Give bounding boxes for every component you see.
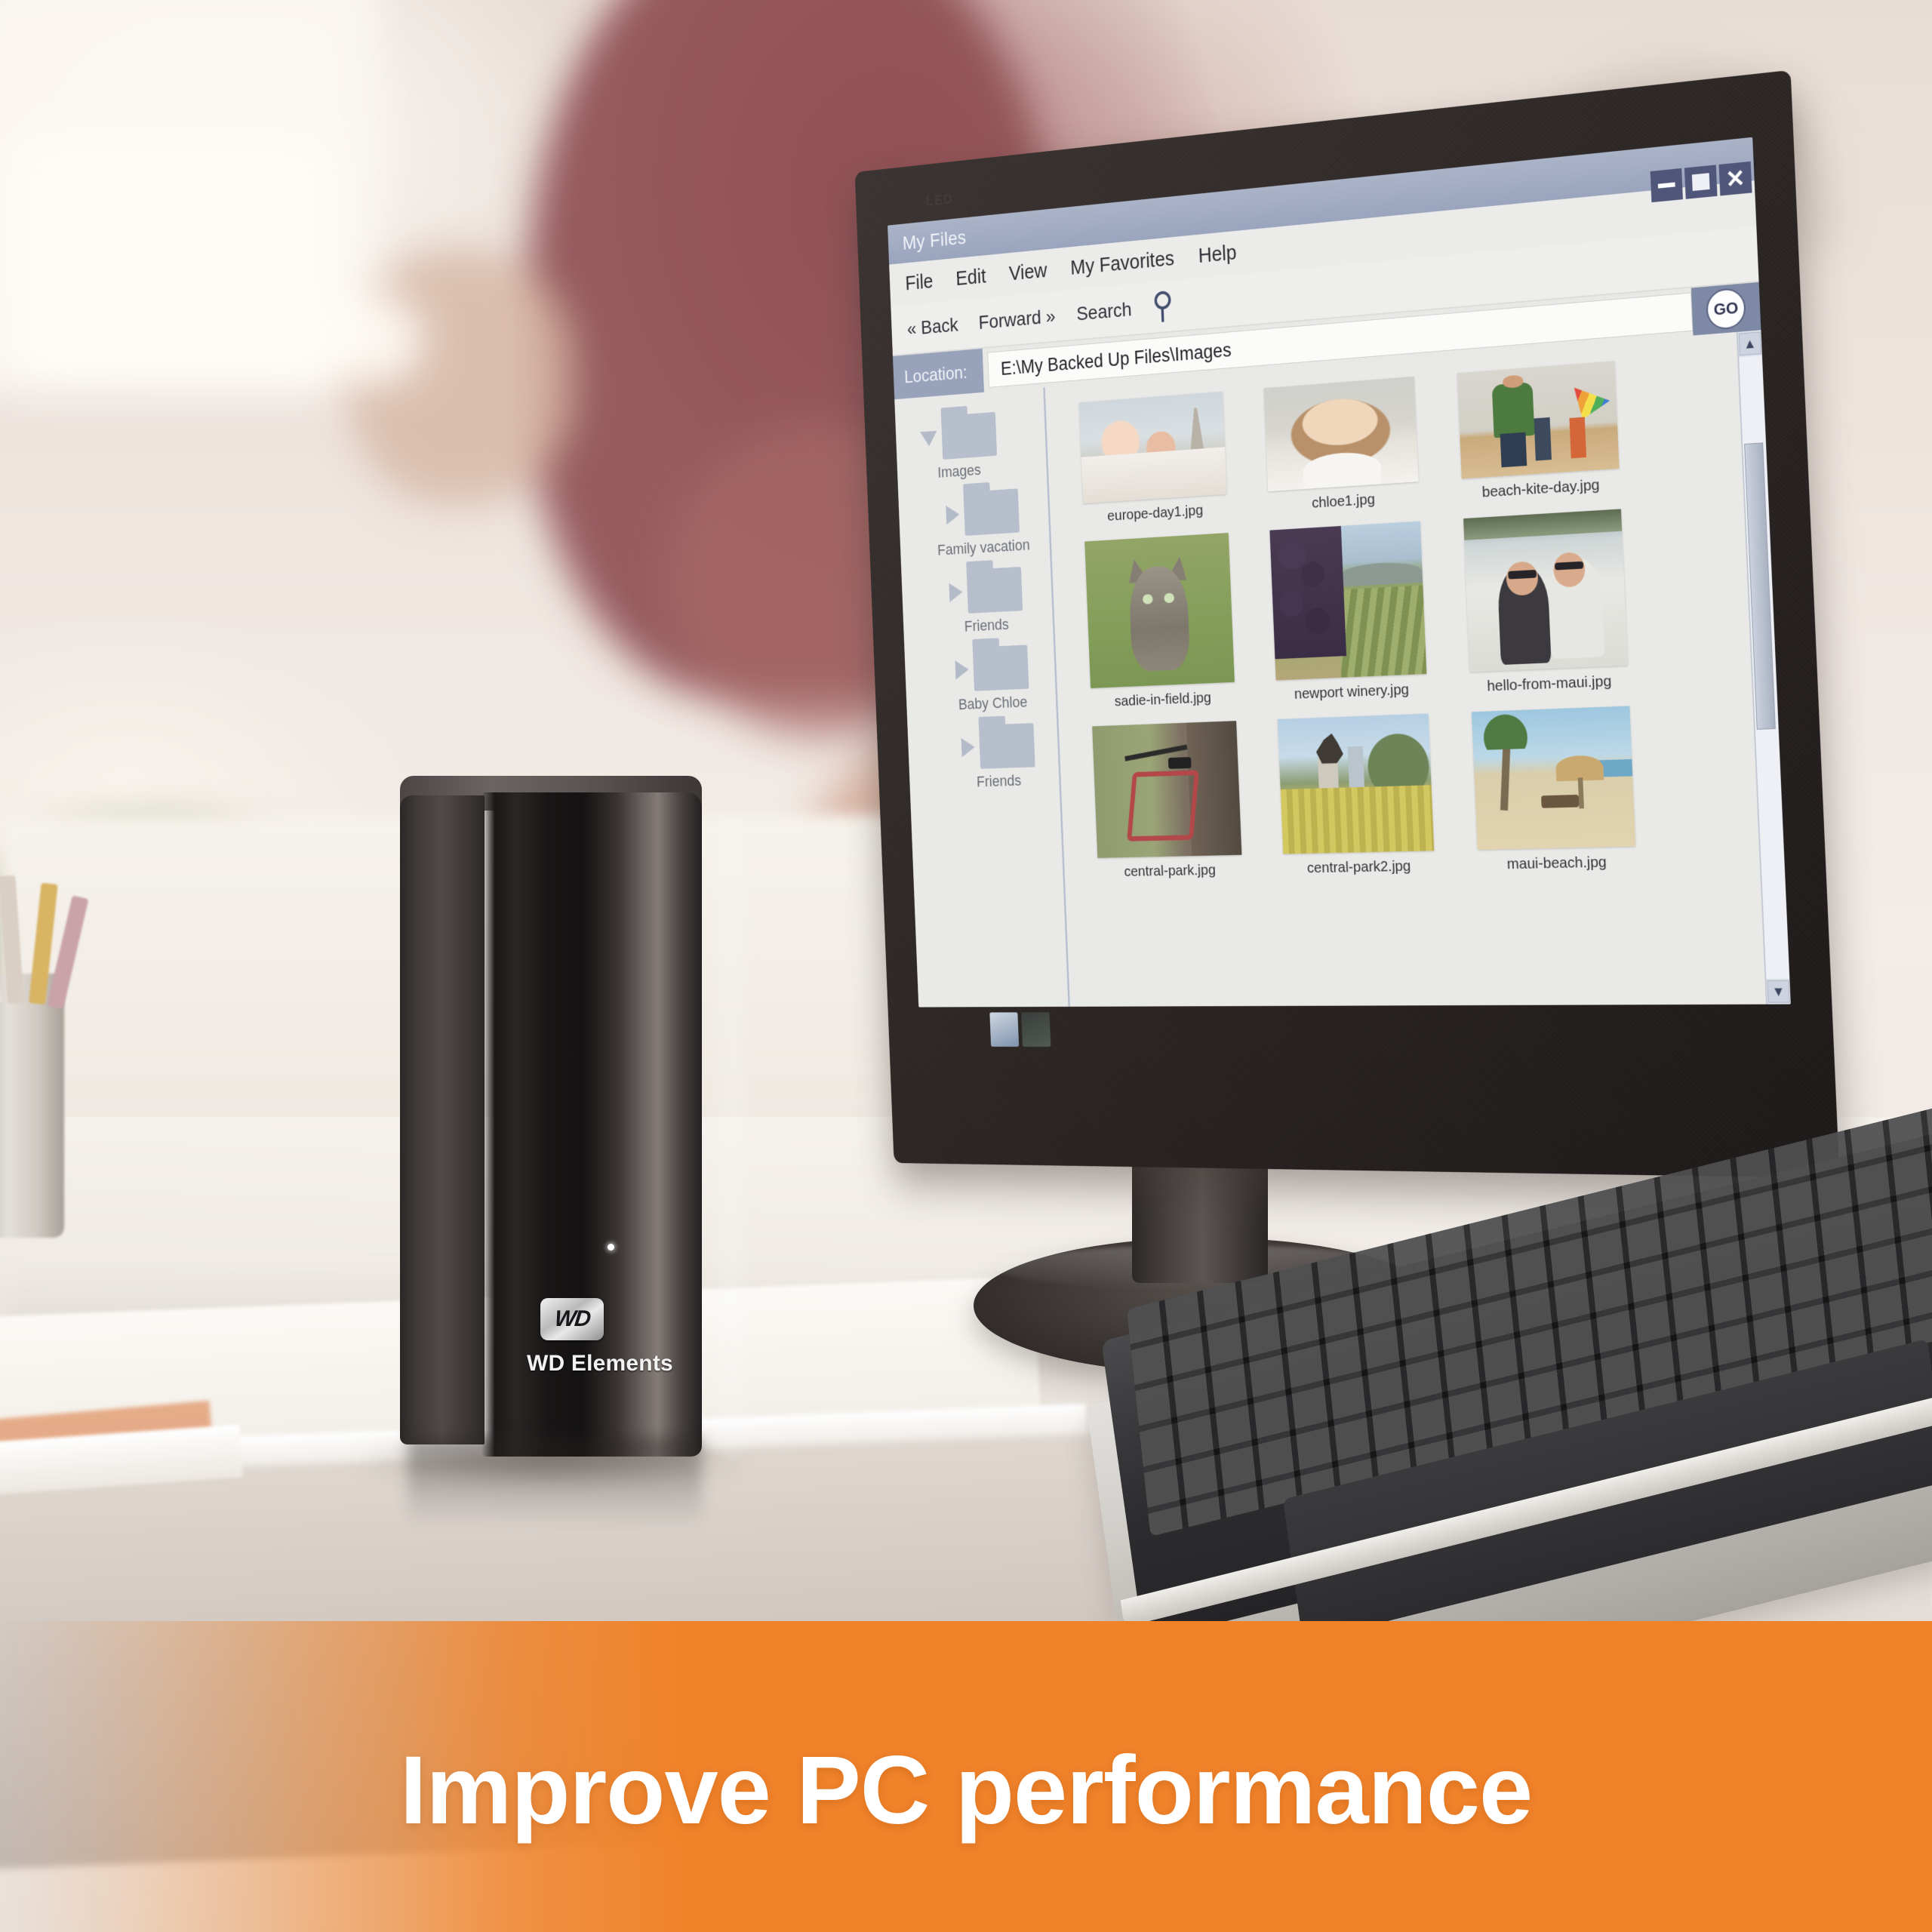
folder-icon [963, 488, 1020, 536]
tree-item-baby-chloe[interactable]: Baby Chloe [928, 644, 1057, 715]
file-row: sadie-in-field.jpg newport winery.jpg he… [1078, 503, 1739, 712]
energy-star-sticker-icon [989, 1012, 1020, 1047]
file-item-central-park2[interactable]: central-park2.jpg [1271, 713, 1441, 878]
thumbnail [1263, 376, 1419, 492]
forward-button[interactable]: Forward » [978, 305, 1056, 334]
chevron-right-icon[interactable] [945, 504, 960, 525]
file-row: europe-day1.jpg chloe1.jpg beach-kite-da… [1073, 352, 1730, 527]
wd-logo-text: WD [553, 1306, 591, 1331]
file-item-newport-winery[interactable]: newport winery.jpg [1263, 521, 1435, 704]
tree-item-label: Images [937, 460, 982, 481]
scroll-down-button[interactable]: ▼ [1767, 980, 1790, 1003]
file-item-hello-from-maui[interactable]: hello-from-maui.jpg [1457, 509, 1636, 697]
file-item-beach-kite-day[interactable]: beach-kite-day.jpg [1451, 361, 1627, 503]
go-button[interactable]: GO [1706, 287, 1746, 331]
file-name: sadie-in-field.jpg [1114, 689, 1212, 710]
folder-icon [978, 723, 1035, 769]
chevron-down-icon[interactable] [919, 430, 937, 448]
monitor-led-marking: LED [925, 191, 954, 210]
back-button[interactable]: « Back [906, 314, 958, 340]
explorer-body: Images Family vacation Friends Baby Chlo… [894, 330, 1791, 1008]
menu-item-file[interactable]: File [905, 270, 934, 295]
magnifier-icon[interactable] [1152, 290, 1173, 323]
thumbnail [1471, 706, 1636, 850]
thumbnail [1084, 532, 1235, 688]
file-name: europe-day1.jpg [1106, 502, 1204, 525]
menu-item-help[interactable]: Help [1198, 241, 1237, 267]
pencil-cup [0, 974, 64, 1238]
chevron-right-icon[interactable] [955, 660, 969, 680]
file-name: newport winery.jpg [1294, 681, 1410, 703]
eco-sticker-icon [1021, 1012, 1051, 1048]
folder-icon [972, 645, 1029, 691]
tree-item-label: Friends [976, 771, 1022, 791]
file-name: chloe1.jpg [1311, 491, 1376, 512]
thumbnail [1269, 521, 1427, 681]
wd-elements-drive: WD WD Elements [392, 776, 756, 1463]
window-title: My Files [902, 226, 967, 254]
thumbnail [1092, 721, 1242, 858]
promo-headline: Improve PC performance [399, 1736, 1533, 1844]
file-name: central-park2.jpg [1306, 857, 1411, 877]
file-item-chloe1[interactable]: chloe1.jpg [1257, 376, 1426, 515]
scroll-up-button[interactable]: ▲ [1738, 331, 1761, 356]
menu-item-my-favorites[interactable]: My Favorites [1070, 247, 1175, 279]
monitor-bezel: LED My Files ✕ File Edit View My Favorit… [854, 69, 1840, 1179]
product-scene: WD WD Elements LED My Files ✕ File Edit … [0, 0, 1932, 1932]
menu-item-view[interactable]: View [1008, 260, 1048, 286]
file-item-europe-day1[interactable]: europe-day1.jpg [1073, 391, 1235, 527]
computer-monitor: LED My Files ✕ File Edit View My Favorit… [736, 68, 1840, 1179]
location-label: Location: [892, 348, 985, 400]
minimize-button[interactable] [1650, 168, 1683, 203]
tree-item-images[interactable]: Images [888, 408, 1047, 486]
maximize-button[interactable] [1684, 165, 1718, 199]
file-name: beach-kite-day.jpg [1481, 476, 1600, 501]
monitor-screen: My Files ✕ File Edit View My Favorites H… [888, 137, 1791, 1008]
tree-item-label: Family vacation [937, 536, 1031, 559]
thumbnail [1463, 509, 1628, 672]
file-row: central-park.jpg central-park2.jpg maui-… [1086, 702, 1747, 881]
thumbnail [1277, 713, 1435, 854]
file-explorer-window: My Files ✕ File Edit View My Favorites H… [888, 137, 1791, 1008]
power-led-indicator [608, 1244, 614, 1251]
file-item-sadie-in-field[interactable]: sadie-in-field.jpg [1078, 532, 1242, 711]
folder-icon [966, 566, 1023, 614]
thumbnail [1457, 361, 1620, 479]
tree-item-friends-1[interactable]: Friends [919, 565, 1053, 638]
drive-model-label: WD Elements [527, 1351, 673, 1376]
file-name: central-park.jpg [1124, 861, 1217, 880]
thumbnail [1078, 391, 1227, 504]
menu-item-edit[interactable]: Edit [955, 265, 986, 291]
folder-icon [940, 411, 997, 460]
close-button[interactable]: ✕ [1718, 161, 1752, 196]
tree-item-label: Friends [964, 615, 1010, 635]
tree-item-label: Baby Chloe [958, 693, 1028, 713]
file-name: maui-beach.jpg [1506, 854, 1607, 873]
tree-item-family-vacation[interactable]: Family vacation [916, 487, 1050, 561]
file-item-central-park[interactable]: central-park.jpg [1086, 721, 1249, 881]
file-name: hello-from-maui.jpg [1486, 672, 1612, 695]
wd-logo-badge: WD [540, 1298, 604, 1340]
tree-item-friends-2[interactable]: Friends [937, 722, 1060, 792]
chevron-right-icon[interactable] [948, 582, 963, 602]
file-item-maui-beach[interactable]: maui-beach.jpg [1465, 706, 1644, 874]
search-button[interactable]: Search [1076, 298, 1132, 325]
folder-tree: Images Family vacation Friends Baby Chlo… [894, 387, 1070, 1008]
file-grid: europe-day1.jpg chloe1.jpg beach-kite-da… [1044, 331, 1766, 1007]
monitor-stickers [989, 1012, 1051, 1048]
drive-side-face [400, 795, 485, 1444]
chevron-right-icon[interactable] [961, 737, 975, 758]
